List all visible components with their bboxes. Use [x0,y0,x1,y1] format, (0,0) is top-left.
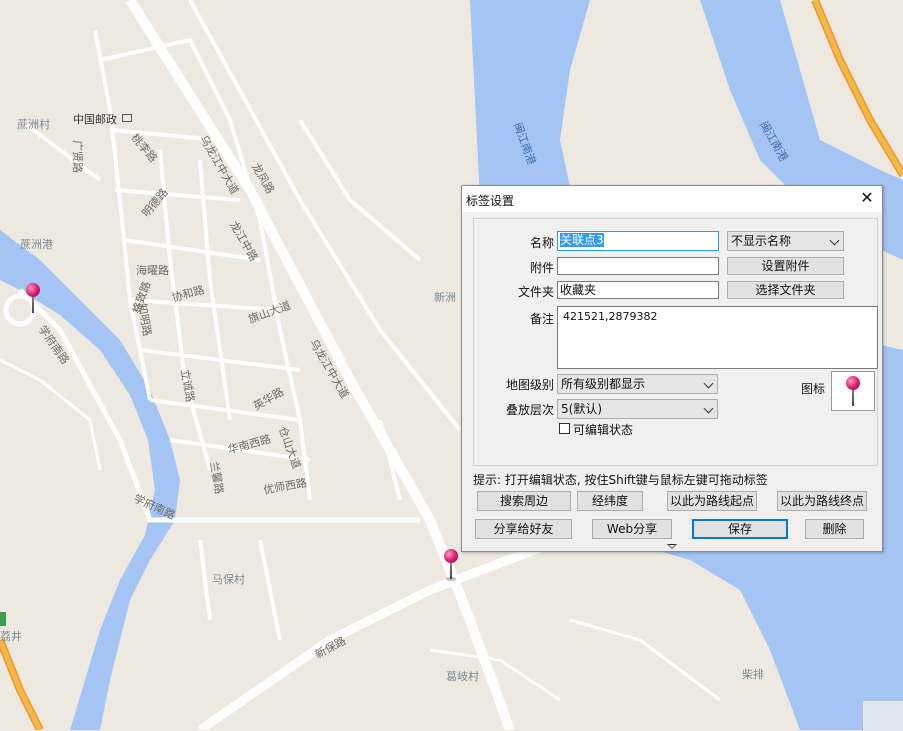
name-display-select[interactable]: 不显示名称 [727,231,844,251]
hint-text: 提示: 打开编辑状态, 按住Shift键与鼠标左键可拖动标签 [473,473,768,487]
map-control[interactable] [862,700,903,731]
notes-label: 备注 [529,312,554,326]
delete-button[interactable]: 删除 [805,519,864,539]
notes-textarea[interactable]: 421521,2879382 [557,306,878,369]
close-icon[interactable]: ✕ [858,189,876,207]
settings-panel: 名称 关联点3 不显示名称 附件 设置附件 文件夹 收藏夹 选择文件夹 备注 4… [473,218,878,466]
poi-marker-green [0,612,6,626]
mail-icon [122,114,132,122]
layer-select[interactable]: 5(默认) [557,399,718,419]
chevron-down-icon [703,403,714,414]
map-pin-icon[interactable] [26,283,42,317]
place-label: 葛岐村 [446,670,479,683]
name-display-value: 不显示名称 [731,234,792,248]
place-label: 荔井 [0,630,22,643]
search-nearby-button[interactable]: 搜索周边 [477,491,571,511]
folder-label: 文件夹 [517,285,554,299]
choose-folder-button[interactable]: 选择文件夹 [727,281,844,299]
place-label: 蔗洲港 [20,238,53,251]
set-attachment-button[interactable]: 设置附件 [727,257,844,275]
save-button[interactable]: 保存 [692,519,788,539]
route-end-button[interactable]: 以此为路线终点 [777,491,867,511]
place-label: 新洲 [434,291,456,304]
label-settings-dialog: 标签设置 ✕ 名称 关联点3 不显示名称 附件 设置附件 文件夹 收藏夹 选择文… [461,185,883,552]
icon-label: 图标 [800,382,825,396]
icon-picker[interactable] [831,371,875,411]
attachment-label: 附件 [529,261,554,275]
map-level-value: 所有级别都显示 [561,377,646,391]
web-share-button[interactable]: Web分享 [592,519,672,539]
map-pin-icon [846,376,862,410]
layer-value: 5(默认) [561,402,602,416]
dialog-title: 标签设置 [466,194,515,208]
road-label: 广贤路 [71,140,84,173]
place-label: 柴排 [742,668,764,681]
name-input-value: 关联点3 [560,233,604,247]
editable-checkbox[interactable] [559,423,570,434]
map-level-select[interactable]: 所有级别都显示 [557,374,718,394]
folder-input[interactable]: 收藏夹 [557,281,719,299]
map-level-label: 地图级别 [505,378,554,392]
layer-label: 叠放层次 [505,403,554,417]
name-label: 名称 [529,236,554,250]
place-label: 蔗洲村 [17,118,50,131]
road-label: 海曜路 [136,264,169,277]
chevron-down-icon [829,235,840,246]
editable-label: 可编辑状态 [573,423,634,437]
coordinates-button[interactable]: 经纬度 [577,491,643,511]
route-start-button[interactable]: 以此为路线起点 [667,491,757,511]
expand-arrow-icon[interactable] [667,544,677,549]
map-pin-icon[interactable] [444,549,460,583]
share-friend-button[interactable]: 分享给好友 [475,519,572,539]
dialog-titlebar[interactable]: 标签设置 ✕ [462,186,882,212]
place-label: 马保村 [212,573,245,586]
chevron-down-icon [703,378,714,389]
poi-china-post[interactable]: 中国邮政 [73,111,117,127]
attachment-input[interactable] [557,257,719,275]
name-input[interactable]: 关联点3 [557,231,719,251]
